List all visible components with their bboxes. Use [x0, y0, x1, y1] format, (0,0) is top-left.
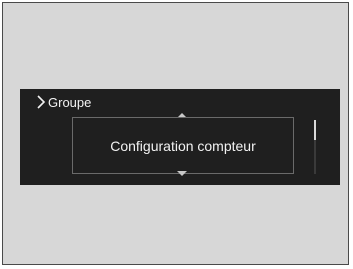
- image-frame: Groupe Configuration compteur: [2, 2, 349, 265]
- scroll-thumb[interactable]: [314, 120, 316, 140]
- scroll-down-icon[interactable]: [177, 171, 187, 176]
- display-screen: Groupe Configuration compteur: [20, 89, 340, 185]
- breadcrumb[interactable]: Groupe: [36, 92, 91, 112]
- chevron-right-icon: [37, 95, 46, 109]
- menu-item-label: Configuration compteur: [110, 137, 256, 154]
- breadcrumb-label: Groupe: [48, 94, 92, 110]
- scrollbar[interactable]: [314, 120, 316, 174]
- menu-item-selected[interactable]: Configuration compteur: [72, 117, 294, 174]
